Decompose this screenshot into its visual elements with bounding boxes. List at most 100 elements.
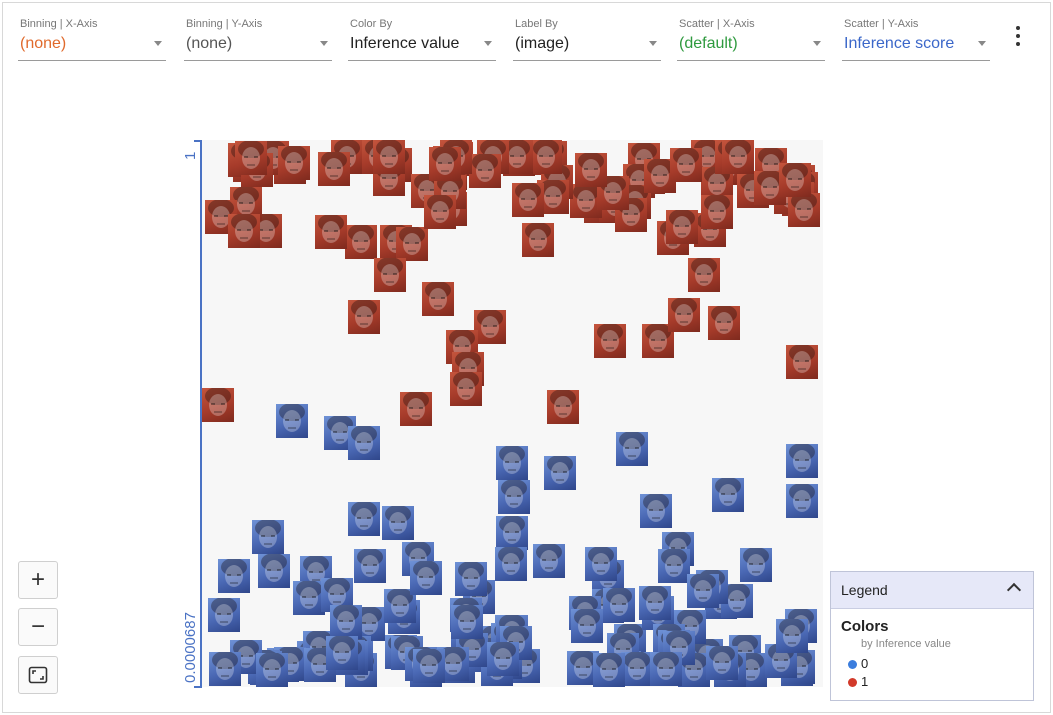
image-thumbnail[interactable] bbox=[469, 154, 501, 188]
image-thumbnail[interactable] bbox=[687, 574, 719, 608]
color-by-dropdown[interactable]: Color By Inference value bbox=[348, 18, 496, 61]
image-thumbnail[interactable] bbox=[410, 561, 442, 595]
image-thumbnail[interactable] bbox=[533, 544, 565, 578]
chevron-down-icon bbox=[320, 41, 328, 46]
image-thumbnail[interactable] bbox=[786, 444, 818, 478]
image-thumbnail[interactable] bbox=[722, 140, 754, 174]
image-thumbnail[interactable] bbox=[487, 642, 519, 676]
image-thumbnail[interactable] bbox=[202, 388, 234, 422]
legend-header[interactable]: Legend bbox=[831, 572, 1033, 609]
image-thumbnail[interactable] bbox=[495, 547, 527, 581]
image-thumbnail[interactable] bbox=[496, 516, 528, 550]
image-thumbnail[interactable] bbox=[786, 484, 818, 518]
image-thumbnail[interactable] bbox=[522, 223, 554, 257]
image-thumbnail[interactable] bbox=[354, 549, 386, 583]
image-thumbnail[interactable] bbox=[496, 446, 528, 480]
image-thumbnail[interactable] bbox=[455, 562, 487, 596]
image-thumbnail[interactable] bbox=[712, 478, 744, 512]
image-thumbnail[interactable] bbox=[451, 605, 483, 639]
image-thumbnail[interactable] bbox=[786, 345, 818, 379]
label-by-dropdown[interactable]: Label By (image) bbox=[513, 18, 661, 61]
image-thumbnail[interactable] bbox=[252, 520, 284, 554]
image-thumbnail[interactable] bbox=[235, 141, 267, 175]
image-thumbnail[interactable] bbox=[218, 559, 250, 593]
dropdown-value: Inference value bbox=[350, 35, 460, 52]
image-thumbnail[interactable] bbox=[276, 404, 308, 438]
image-thumbnail[interactable] bbox=[330, 605, 362, 639]
image-thumbnail[interactable] bbox=[209, 652, 241, 686]
image-thumbnail[interactable] bbox=[450, 372, 482, 406]
more-vert-icon[interactable] bbox=[1010, 24, 1026, 50]
chevron-down-icon bbox=[978, 41, 986, 46]
image-thumbnail[interactable] bbox=[593, 653, 625, 687]
scatter-x-dropdown[interactable]: Scatter | X-Axis (default) bbox=[677, 18, 825, 61]
image-thumbnail[interactable] bbox=[603, 588, 635, 622]
image-thumbnail[interactable] bbox=[616, 432, 648, 466]
image-thumbnail[interactable] bbox=[788, 193, 820, 227]
image-thumbnail[interactable] bbox=[373, 140, 405, 174]
image-thumbnail[interactable] bbox=[706, 646, 738, 680]
image-thumbnail[interactable] bbox=[571, 609, 603, 643]
image-thumbnail[interactable] bbox=[708, 306, 740, 340]
image-thumbnail[interactable] bbox=[530, 140, 562, 174]
zoom-out-button[interactable]: − bbox=[18, 608, 58, 646]
dropdown-label: Color By bbox=[350, 18, 393, 30]
fit-to-screen-button[interactable] bbox=[18, 656, 58, 694]
image-thumbnail[interactable] bbox=[474, 310, 506, 344]
image-thumbnail[interactable] bbox=[413, 649, 445, 683]
image-thumbnail[interactable] bbox=[666, 210, 698, 244]
image-thumbnail[interactable] bbox=[701, 195, 733, 229]
image-thumbnail[interactable] bbox=[512, 183, 544, 217]
scatter-plot-area[interactable] bbox=[202, 140, 823, 687]
image-thumbnail[interactable] bbox=[740, 548, 772, 582]
image-thumbnail[interactable] bbox=[594, 324, 626, 358]
y-axis-top-tick bbox=[194, 140, 200, 142]
image-thumbnail[interactable] bbox=[670, 148, 702, 182]
image-thumbnail[interactable] bbox=[422, 282, 454, 316]
image-thumbnail[interactable] bbox=[228, 214, 260, 248]
image-thumbnail[interactable] bbox=[374, 258, 406, 292]
image-thumbnail[interactable] bbox=[315, 215, 347, 249]
image-thumbnail[interactable] bbox=[382, 506, 414, 540]
image-thumbnail[interactable] bbox=[348, 300, 380, 334]
image-thumbnail[interactable] bbox=[621, 652, 653, 686]
chevron-down-icon bbox=[649, 41, 657, 46]
image-thumbnail[interactable] bbox=[688, 258, 720, 292]
image-thumbnail[interactable] bbox=[585, 547, 617, 581]
dropdown-value: (none) bbox=[20, 35, 67, 52]
legend-section-subtitle: by Inference value bbox=[861, 638, 951, 650]
legend-item-label: 1 bbox=[861, 674, 869, 689]
image-thumbnail[interactable] bbox=[779, 163, 811, 197]
y-axis-line bbox=[200, 140, 202, 688]
image-thumbnail[interactable] bbox=[498, 480, 530, 514]
chevron-up-icon[interactable] bbox=[1006, 582, 1022, 598]
image-thumbnail[interactable] bbox=[640, 494, 672, 528]
image-thumbnail[interactable] bbox=[668, 298, 700, 332]
image-thumbnail[interactable] bbox=[547, 390, 579, 424]
image-thumbnail[interactable] bbox=[208, 598, 240, 632]
dropdown-label: Binning | X-Axis bbox=[20, 18, 98, 30]
image-thumbnail[interactable] bbox=[424, 195, 456, 229]
image-thumbnail[interactable] bbox=[326, 636, 358, 670]
image-thumbnail[interactable] bbox=[658, 549, 690, 583]
image-thumbnail[interactable] bbox=[776, 619, 808, 653]
image-thumbnail[interactable] bbox=[258, 554, 290, 588]
image-thumbnail[interactable] bbox=[400, 392, 432, 426]
image-thumbnail[interactable] bbox=[348, 502, 380, 536]
image-thumbnail[interactable] bbox=[544, 456, 576, 490]
image-thumbnail[interactable] bbox=[256, 653, 288, 687]
image-thumbnail[interactable] bbox=[318, 152, 350, 186]
image-thumbnail[interactable] bbox=[396, 227, 428, 261]
image-thumbnail[interactable] bbox=[345, 225, 377, 259]
dropdown-underline bbox=[18, 60, 166, 61]
image-thumbnail[interactable] bbox=[278, 146, 310, 180]
binning-x-dropdown[interactable]: Binning | X-Axis (none) bbox=[18, 18, 166, 61]
image-thumbnail[interactable] bbox=[639, 586, 671, 620]
image-thumbnail[interactable] bbox=[429, 147, 461, 181]
scatter-y-dropdown[interactable]: Scatter | Y-Axis Inference score bbox=[842, 18, 990, 61]
binning-y-dropdown[interactable]: Binning | Y-Axis (none) bbox=[184, 18, 332, 61]
image-thumbnail[interactable] bbox=[650, 652, 682, 686]
image-thumbnail[interactable] bbox=[348, 426, 380, 460]
image-thumbnail[interactable] bbox=[575, 153, 607, 187]
zoom-in-button[interactable]: + bbox=[18, 561, 58, 599]
